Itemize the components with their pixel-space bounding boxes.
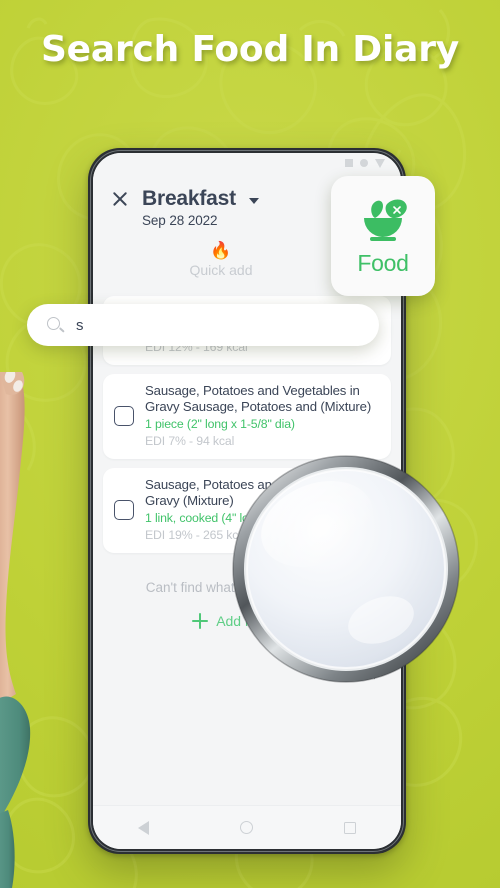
result-name: Sausage, Potatoes and Vegetables in Grav… [145, 477, 360, 508]
result-item[interactable]: Sausage, Potatoes and Vegetables in Grav… [103, 374, 391, 459]
page-title: Search Food In Diary [40, 29, 460, 70]
salad-bowl-icon [364, 199, 407, 241]
promo-screenshot: Search Food In Diary Breakfast Sep 28 20… [0, 0, 500, 888]
result-name: Sausage, Potatoes and Vegetables in Grav… [145, 383, 372, 414]
empty-hint: Can't find what you're looking for? [145, 580, 349, 595]
close-icon[interactable] [111, 190, 129, 208]
recents-square-icon[interactable] [343, 821, 356, 834]
add-new-food-button[interactable]: Add new food [103, 613, 391, 629]
result-portion: 1 piece (2" long x 1-5/8" dia) [145, 417, 295, 431]
food-category-card[interactable]: Food [331, 176, 435, 296]
plus-icon [192, 613, 209, 629]
flame-icon: 🔥 [210, 241, 232, 260]
result-checkbox[interactable] [114, 406, 134, 426]
home-circle-icon[interactable] [239, 821, 253, 834]
search-input[interactable]: s [27, 304, 379, 346]
square-icon [345, 159, 353, 167]
result-meta: EDI 7% - 94 kcal [145, 434, 235, 448]
result-portion: 1 link, cooked (4" long) [145, 511, 267, 525]
result-meta: EDI 19% - 265 kcal [145, 528, 248, 542]
triangle-down-icon [375, 158, 385, 168]
result-text: Sausage, Potatoes and Vegetables in Grav… [145, 477, 379, 543]
add-new-food-label: Add new food [216, 613, 302, 629]
quick-add-label: Quick add [189, 262, 253, 278]
status-bar [93, 153, 401, 173]
search-input-value: s [76, 316, 84, 334]
chevron-down-icon[interactable] [248, 198, 259, 204]
circle-icon [360, 159, 368, 167]
search-icon [47, 316, 65, 334]
result-checkbox[interactable] [114, 500, 134, 520]
person-photo [0, 372, 31, 888]
back-triangle-icon[interactable] [138, 820, 150, 835]
meal-title: Breakfast [142, 187, 236, 210]
result-text: Sausage, Potatoes and Vegetables in Grav… [145, 383, 379, 449]
android-nav-bar [93, 805, 401, 849]
result-item[interactable]: Sausage, Potatoes and Vegetables in Grav… [103, 468, 391, 553]
food-card-label: Food [357, 249, 409, 276]
